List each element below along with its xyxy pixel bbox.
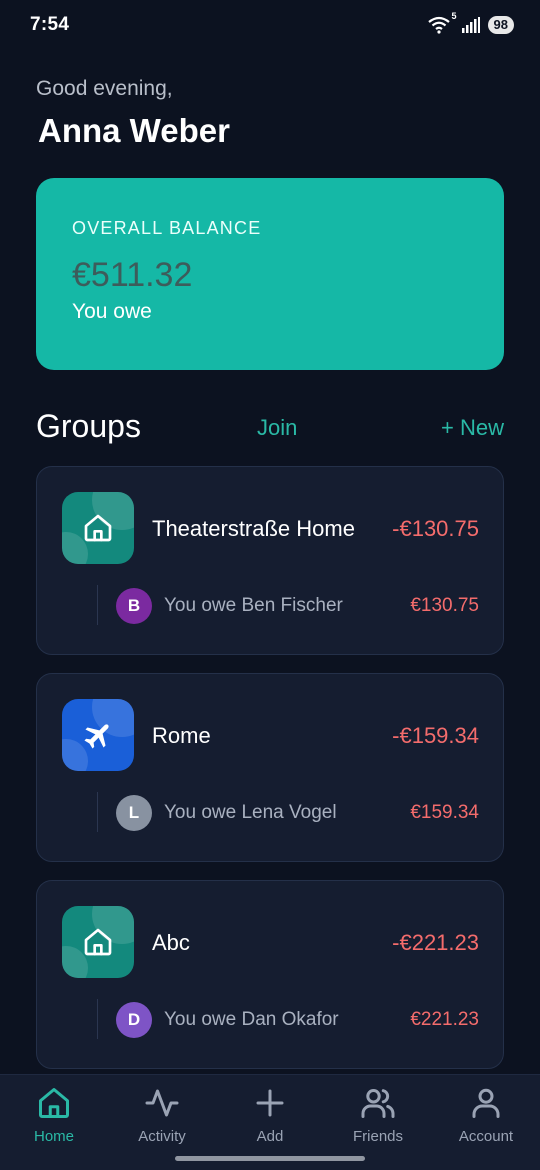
nav-home[interactable]: Home	[0, 1075, 108, 1155]
status-bar: 7:54 5 98	[0, 0, 540, 50]
groups-header: Groups Join + New	[36, 408, 504, 448]
debt-amount: €130.75	[410, 595, 479, 616]
nav-add[interactable]: Add	[216, 1075, 324, 1155]
group-card[interactable]: Theaterstraße Home -€130.75 B You owe Be…	[36, 466, 504, 655]
wifi-icon: 5	[427, 11, 457, 34]
signal-icon	[461, 17, 482, 33]
activity-icon	[144, 1085, 180, 1121]
group-icon	[62, 492, 134, 564]
group-icon	[62, 906, 134, 978]
group-card[interactable]: Abc -€221.23 D You owe Dan Okafor €221.2…	[36, 880, 504, 1069]
group-name: Theaterstraße Home	[152, 516, 355, 541]
friends-icon	[360, 1085, 396, 1121]
nav-account[interactable]: Account	[432, 1075, 540, 1155]
nav-activity[interactable]: Activity	[108, 1075, 216, 1155]
nav-label: Activity	[138, 1128, 186, 1145]
overall-balance-card[interactable]: OVERALL BALANCE €511.32 You owe	[36, 178, 504, 370]
tree-connector	[97, 999, 98, 1039]
group-name: Rome	[152, 723, 211, 748]
home-indicator[interactable]	[175, 1156, 365, 1161]
balance-amount: €511.32	[72, 256, 193, 294]
user-name: Anna Weber	[38, 112, 230, 149]
join-group-button[interactable]: Join	[257, 415, 297, 441]
nav-label: Account	[458, 1128, 514, 1145]
nav-label: Home	[33, 1128, 74, 1145]
group-name: Abc	[152, 930, 190, 955]
nav-friends[interactable]: Friends	[324, 1075, 432, 1155]
avatar: D	[116, 1002, 152, 1038]
airplane-icon	[81, 718, 115, 752]
balance-label: OVERALL BALANCE	[72, 218, 262, 238]
nav-label: Add	[256, 1128, 284, 1145]
group-card[interactable]: Rome -€159.34 L You owe Lena Vogel €159.…	[36, 673, 504, 862]
new-group-button[interactable]: + New	[441, 415, 504, 441]
groups-title: Groups	[36, 408, 141, 444]
debt-description: You owe Lena Vogel	[164, 802, 337, 823]
account-icon	[468, 1085, 504, 1121]
debt-amount: €221.23	[410, 1009, 479, 1030]
tree-connector	[97, 792, 98, 832]
battery-indicator: 98	[487, 16, 514, 34]
status-icons: 5 98	[427, 11, 514, 34]
greeting-text: Good evening,	[36, 77, 173, 100]
debt-description: You owe Dan Okafor	[164, 1009, 339, 1030]
debt-amount: €159.34	[410, 802, 479, 823]
group-total: -€221.23	[392, 930, 479, 955]
balance-status: You owe	[72, 300, 152, 323]
plus-icon	[252, 1085, 288, 1121]
group-total: -€159.34	[392, 723, 479, 748]
status-time: 7:54	[30, 14, 70, 35]
group-icon	[62, 699, 134, 771]
avatar: L	[116, 795, 152, 831]
avatar: B	[116, 588, 152, 624]
network-type: 5	[451, 11, 457, 21]
house-icon	[82, 512, 114, 544]
tree-connector	[97, 585, 98, 625]
debt-description: You owe Ben Fischer	[164, 595, 343, 616]
nav-label: Friends	[352, 1128, 404, 1145]
home-icon	[36, 1085, 72, 1121]
house-icon	[82, 926, 114, 958]
group-total: -€130.75	[392, 516, 479, 541]
